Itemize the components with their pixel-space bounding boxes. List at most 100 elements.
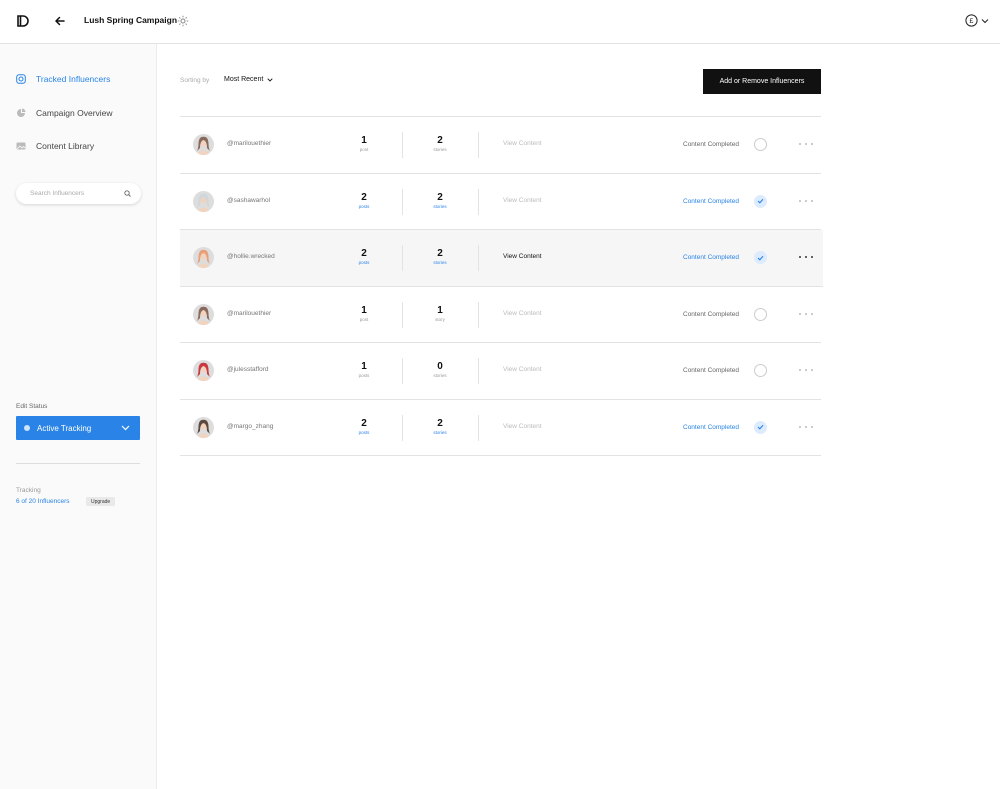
account-menu[interactable]: £ bbox=[965, 14, 989, 27]
column-divider bbox=[402, 301, 403, 328]
stories-count: 2 stories bbox=[425, 135, 455, 153]
posts-number: 2 bbox=[361, 191, 367, 203]
posts-unit: post bbox=[359, 147, 369, 152]
chevron-down-icon bbox=[981, 18, 989, 23]
more-options-icon[interactable] bbox=[799, 197, 813, 205]
content-completed-checkbox[interactable] bbox=[754, 194, 767, 208]
tracking-count-link[interactable]: 6 of 20 Influencers bbox=[16, 498, 69, 505]
sidebar-item-label: Content Library bbox=[36, 141, 95, 151]
status-select[interactable]: Active Tracking bbox=[16, 416, 140, 440]
influencer-handle: @marilouethier bbox=[227, 140, 272, 147]
upgrade-button[interactable]: Upgrade bbox=[86, 497, 116, 506]
column-divider bbox=[478, 358, 479, 384]
avatar[interactable] bbox=[193, 247, 214, 268]
status-dot-icon bbox=[24, 425, 30, 431]
more-options-icon[interactable] bbox=[799, 423, 813, 431]
content-completed-checkbox[interactable] bbox=[754, 420, 767, 434]
avatar[interactable] bbox=[193, 134, 214, 155]
stories-number: 2 bbox=[437, 191, 443, 203]
svg-text:£: £ bbox=[970, 18, 974, 25]
content-completed-checkbox[interactable] bbox=[754, 251, 767, 264]
view-content-link[interactable]: View Content bbox=[503, 310, 542, 317]
posts-number: 1 bbox=[361, 304, 367, 316]
view-content-link[interactable]: View Content bbox=[503, 253, 542, 260]
view-content-link[interactable]: View Content bbox=[503, 366, 542, 373]
stories-count: 0 stories bbox=[425, 362, 455, 379]
edit-status-label: Edit Status bbox=[16, 403, 48, 410]
gear-icon[interactable] bbox=[177, 15, 189, 27]
posts-unit: post bbox=[359, 316, 369, 322]
posts-count: 1 post bbox=[349, 304, 379, 322]
content-completed-checkbox[interactable] bbox=[754, 138, 767, 151]
image-icon bbox=[16, 142, 26, 150]
sort-value: Most Recent bbox=[224, 76, 264, 83]
column-divider bbox=[402, 414, 403, 441]
sidebar-item-campaign-overview[interactable]: Campaign Overview bbox=[16, 108, 113, 118]
stories-unit: stories bbox=[433, 203, 447, 209]
influencer-list: @marilouethier 1 post 2 stories View Con… bbox=[180, 116, 823, 456]
more-options-icon[interactable] bbox=[799, 366, 813, 374]
avatar[interactable] bbox=[193, 360, 214, 381]
posts-number: 2 bbox=[361, 417, 367, 429]
pie-chart-icon bbox=[17, 108, 26, 117]
stories-count: 2 stories bbox=[425, 417, 455, 435]
influencer-row: @margo_zhang 2 posts 2 stories View Cont… bbox=[180, 400, 821, 456]
posts-number: 1 bbox=[361, 135, 367, 146]
view-content-link[interactable]: View Content bbox=[503, 140, 542, 147]
content-completed-checkbox[interactable] bbox=[754, 364, 767, 377]
stories-number: 2 bbox=[437, 135, 443, 146]
influencer-row: @marilouethier 1 post 1 story View Conte… bbox=[180, 287, 821, 343]
influencer-row: @sashawarhol 2 posts 2 stories View Cont… bbox=[180, 174, 821, 230]
content-completed-label: Content Completed bbox=[683, 367, 740, 374]
stories-unit: stories bbox=[433, 260, 447, 265]
content-completed-label: Content Completed bbox=[683, 254, 740, 261]
content-completed-label: Content Completed bbox=[683, 423, 740, 431]
currency-icon: £ bbox=[965, 14, 978, 27]
view-content-link[interactable]: View Content bbox=[503, 423, 542, 430]
stories-unit: stories bbox=[433, 147, 447, 152]
influencer-handle: @hollie.wrecked bbox=[227, 253, 275, 260]
sidebar-item-tracked-influencers[interactable]: Tracked Influencers bbox=[16, 74, 110, 84]
search-input[interactable] bbox=[30, 190, 124, 197]
posts-unit: posts bbox=[358, 429, 370, 435]
column-divider bbox=[478, 132, 479, 158]
sort-dropdown[interactable]: Most Recent bbox=[224, 76, 273, 83]
more-options-icon[interactable] bbox=[799, 310, 813, 318]
column-divider bbox=[402, 245, 403, 271]
stories-count: 2 stories bbox=[425, 248, 455, 266]
sidebar-item-label: Tracked Influencers bbox=[36, 74, 111, 84]
stories-number: 2 bbox=[437, 248, 443, 259]
posts-count: 1 post bbox=[349, 135, 379, 153]
sort-label: Sorting by bbox=[180, 77, 210, 84]
checkmark-icon bbox=[757, 255, 764, 261]
influencer-handle: @sashawarhol bbox=[227, 196, 271, 204]
search-icon[interactable] bbox=[124, 190, 131, 197]
status-value: Active Tracking bbox=[37, 423, 92, 433]
more-options-icon[interactable] bbox=[799, 140, 813, 148]
chevron-down-icon bbox=[121, 425, 130, 431]
brand-logo-icon[interactable] bbox=[16, 14, 30, 28]
search-box bbox=[16, 183, 141, 204]
more-options-icon[interactable] bbox=[799, 253, 813, 261]
content-completed-label: Content Completed bbox=[683, 197, 740, 205]
posts-count: 2 posts bbox=[349, 417, 379, 435]
influencer-row: @julesstafford 1 posts 0 stories View Co… bbox=[180, 343, 821, 400]
posts-unit: posts bbox=[358, 260, 370, 265]
content-completed-checkbox[interactable] bbox=[754, 307, 767, 321]
avatar[interactable] bbox=[193, 416, 214, 438]
stories-count: 2 stories bbox=[425, 191, 455, 209]
sidebar-item-content-library[interactable]: Content Library bbox=[16, 141, 94, 151]
view-content-link[interactable]: View Content bbox=[503, 197, 542, 204]
posts-count: 2 posts bbox=[349, 249, 379, 266]
column-divider bbox=[478, 188, 479, 215]
stories-number: 2 bbox=[437, 417, 443, 429]
avatar[interactable] bbox=[193, 190, 214, 212]
add-remove-influencers-button[interactable]: Add or Remove Influencers bbox=[703, 69, 821, 94]
posts-count: 1 posts bbox=[349, 362, 379, 379]
avatar[interactable] bbox=[193, 303, 214, 325]
column-divider bbox=[478, 301, 479, 328]
column-divider bbox=[402, 132, 403, 158]
checkmark-icon bbox=[757, 424, 764, 430]
column-divider bbox=[402, 188, 403, 215]
back-arrow-icon[interactable] bbox=[53, 14, 67, 28]
